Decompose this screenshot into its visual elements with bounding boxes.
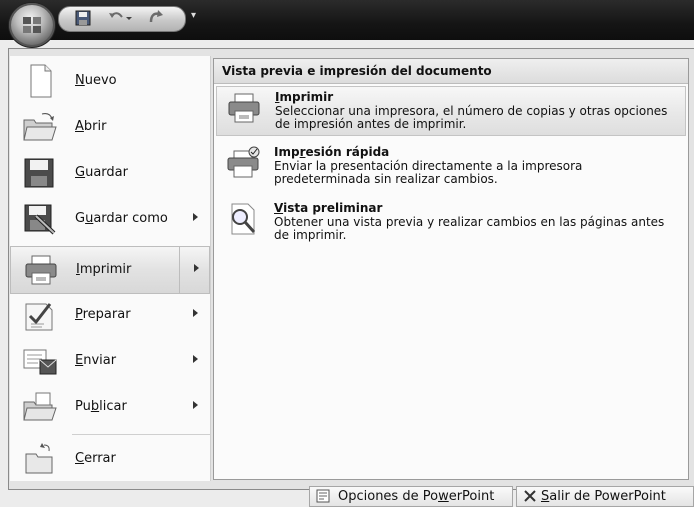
- button-label: Opciones de PowerPoint: [338, 489, 495, 504]
- menu-item-label: Cerrar: [75, 451, 116, 466]
- menu-item-guardar-como[interactable]: Guardar como: [10, 196, 210, 242]
- submenu-header-title: Vista previa e impresión del documento: [222, 64, 492, 78]
- open-folder-icon: [23, 113, 57, 141]
- submenu-item-imprimir[interactable]: Imprimir Seleccionar una impresora, el n…: [216, 86, 686, 136]
- publish-icon: [23, 392, 57, 421]
- menu-item-label: Imprimir: [76, 262, 132, 277]
- menu-item-nuevo[interactable]: Nuevo: [10, 58, 210, 104]
- menu-item-label: Nuevo: [75, 73, 117, 88]
- printer-icon: [228, 93, 260, 123]
- send-icon: [23, 349, 57, 375]
- undo-icon[interactable]: [107, 10, 133, 29]
- submenu-arrow-icon: [193, 355, 198, 363]
- submenu-arrow-icon: [193, 213, 198, 221]
- menu-item-cerrar[interactable]: Cerrar: [10, 436, 210, 482]
- save-as-icon: [24, 204, 56, 235]
- menu-item-label: Guardar: [75, 165, 128, 180]
- office-button[interactable]: [8, 2, 56, 48]
- menu-separator: [72, 434, 210, 435]
- print-preview-icon: [231, 203, 256, 235]
- menu-commands-pane: Nuevo Abrir Guardar Guardar como Imprimi…: [10, 56, 211, 481]
- customize-toolbar-dropdown[interactable]: ▾: [191, 11, 196, 21]
- quick-print-icon: [227, 146, 260, 178]
- menu-item-label: Preparar: [75, 307, 131, 322]
- menu-item-imprimir[interactable]: Imprimir: [10, 246, 210, 294]
- options-icon: [316, 489, 330, 503]
- menu-item-guardar[interactable]: Guardar: [10, 150, 210, 196]
- button-label: Salir de PowerPoint: [541, 489, 666, 504]
- menu-item-enviar[interactable]: Enviar: [10, 338, 210, 384]
- close-icon: [524, 490, 536, 502]
- print-submenu-pane: Vista previa e impresión del documento I…: [213, 58, 689, 480]
- prepare-icon: [25, 303, 53, 331]
- submenu-arrow-icon[interactable]: [194, 264, 199, 272]
- close-folder-icon: [25, 443, 53, 474]
- exit-powerpoint-button[interactable]: Salir de PowerPoint: [516, 486, 694, 507]
- save-icon[interactable]: [75, 10, 91, 29]
- menu-item-label: Publicar: [75, 399, 127, 414]
- new-document-icon: [30, 64, 52, 98]
- submenu-item-description: Enviar la presentación directamente a la…: [274, 159, 583, 186]
- split-divider: [179, 247, 180, 293]
- printer-icon: [25, 255, 57, 285]
- submenu-item-title: Vista preliminar: [274, 201, 383, 215]
- submenu-arrow-icon: [193, 309, 198, 317]
- menu-item-publicar[interactable]: Publicar: [10, 384, 210, 430]
- menu-item-label: Abrir: [75, 119, 107, 134]
- menu-item-preparar[interactable]: Preparar: [10, 292, 210, 338]
- quick-access-toolbar: [58, 6, 186, 32]
- submenu-header: Vista previa e impresión del documento: [214, 59, 688, 84]
- submenu-item-description: Seleccionar una impresora, el número de …: [275, 104, 668, 131]
- submenu-item-vista-preliminar[interactable]: Vista preliminar Obtener una vista previ…: [216, 198, 684, 246]
- menu-item-label: Enviar: [75, 353, 117, 368]
- submenu-item-title: Imprimir: [275, 90, 334, 104]
- submenu-item-description: Obtener una vista previa y realizar camb…: [274, 215, 665, 242]
- menu-item-label: Guardar como: [75, 211, 168, 226]
- submenu-item-title: Impresión rápida: [274, 145, 390, 159]
- powerpoint-options-button[interactable]: Opciones de PowerPoint: [309, 486, 513, 507]
- submenu-arrow-icon: [193, 401, 198, 409]
- office-logo-icon: [23, 17, 41, 33]
- save-disk-icon: [24, 158, 54, 188]
- menu-item-abrir[interactable]: Abrir: [10, 104, 210, 150]
- submenu-item-impresion-rapida[interactable]: Impresión rápida Enviar la presentación …: [216, 142, 684, 190]
- redo-icon[interactable]: [147, 10, 165, 29]
